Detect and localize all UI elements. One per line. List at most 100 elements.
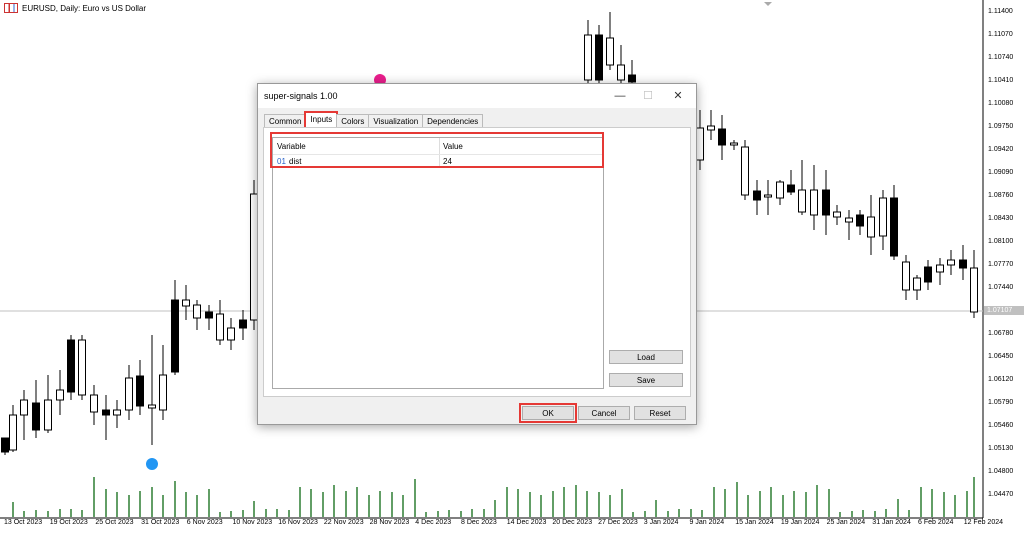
candle-body bbox=[913, 277, 921, 291]
date-tick-label: 15 Jan 2024 bbox=[735, 519, 774, 526]
dialog-titlebar[interactable]: super-signals 1.00 — ☐ ✕ bbox=[258, 84, 696, 108]
candle-body bbox=[879, 197, 887, 237]
candle-body bbox=[606, 37, 614, 66]
date-tick-label: 6 Feb 2024 bbox=[918, 519, 954, 526]
candle-body bbox=[753, 190, 761, 201]
candle-body bbox=[924, 266, 932, 283]
date-tick-label: 4 Dec 2023 bbox=[415, 519, 452, 526]
price-tick-label: 1.06780 bbox=[988, 330, 1014, 337]
load-button[interactable]: Load bbox=[609, 350, 683, 364]
date-tick-label: 31 Oct 2023 bbox=[141, 519, 180, 526]
minimize-icon[interactable]: — bbox=[606, 88, 634, 104]
date-tick-label: 20 Dec 2023 bbox=[552, 519, 593, 526]
maximize-icon: ☐ bbox=[643, 90, 653, 102]
price-tick-label: 1.11400 bbox=[988, 8, 1013, 15]
candle-body bbox=[148, 404, 156, 409]
candle-body bbox=[90, 394, 98, 413]
date-tick-label: 14 Dec 2023 bbox=[506, 519, 547, 526]
price-tick-label: 1.10740 bbox=[988, 54, 1014, 61]
candle-body bbox=[718, 128, 726, 146]
candle-body bbox=[67, 339, 75, 393]
candle-body bbox=[798, 189, 806, 213]
chart-title: EURUSD, Daily: Euro vs US Dollar bbox=[4, 3, 146, 13]
candle-body bbox=[102, 409, 110, 416]
candle-body bbox=[193, 304, 201, 319]
price-tick-label: 1.05460 bbox=[988, 422, 1014, 429]
indicator-properties-dialog[interactable]: super-signals 1.00 — ☐ ✕ Common Inputs C… bbox=[257, 83, 697, 425]
candle-body bbox=[902, 261, 910, 291]
date-tick-label: 25 Oct 2023 bbox=[95, 519, 134, 526]
candle-body bbox=[584, 34, 592, 81]
candle-body bbox=[32, 402, 40, 431]
candle-body bbox=[125, 377, 133, 411]
date-tick-label: 8 Dec 2023 bbox=[461, 519, 497, 526]
candle-body bbox=[845, 217, 853, 223]
price-tick-label: 1.11070 bbox=[988, 31, 1013, 38]
price-tick-label: 1.07440 bbox=[988, 284, 1014, 291]
candle-body bbox=[205, 311, 213, 319]
price-tick-label: 1.04470 bbox=[988, 491, 1014, 498]
candle-body bbox=[20, 399, 28, 416]
date-tick-label: 6 Nov 2023 bbox=[186, 519, 223, 526]
candle-body bbox=[890, 197, 898, 257]
price-tick-label: 1.09750 bbox=[988, 123, 1014, 130]
inputs-table: Variable Value 01 dist 24 bbox=[272, 137, 604, 389]
price-tick-label: 1.08760 bbox=[988, 192, 1014, 199]
ok-button[interactable]: OK bbox=[519, 403, 577, 423]
price-tick-label: 1.09420 bbox=[988, 146, 1014, 153]
candle-body bbox=[159, 374, 167, 411]
close-icon[interactable]: ✕ bbox=[664, 88, 692, 104]
price-tick-label: 1.06450 bbox=[988, 353, 1014, 360]
candle-body bbox=[696, 127, 704, 161]
price-tick-label: 1.05790 bbox=[988, 399, 1014, 406]
chart-symbol-icon bbox=[4, 3, 18, 13]
candle-body bbox=[1, 437, 9, 453]
candle-body bbox=[822, 189, 830, 216]
price-tick-label: 1.10410 bbox=[988, 77, 1014, 84]
candle-body bbox=[947, 259, 955, 266]
date-tick-label: 19 Jan 2024 bbox=[780, 519, 820, 526]
date-tick-label: 12 Feb 2024 bbox=[963, 519, 1003, 526]
candle-body bbox=[56, 389, 64, 401]
inputs-highlight bbox=[270, 132, 604, 168]
candle-body bbox=[730, 142, 738, 146]
save-button[interactable]: Save bbox=[609, 373, 683, 387]
date-tick-label: 31 Jan 2024 bbox=[872, 519, 911, 526]
reset-button[interactable]: Reset bbox=[634, 406, 686, 420]
candle-body bbox=[44, 399, 52, 431]
price-tick-label: 1.10080 bbox=[988, 100, 1014, 107]
date-tick-label: 9 Jan 2024 bbox=[689, 519, 725, 526]
candle-body bbox=[171, 299, 179, 373]
candle-body bbox=[776, 181, 784, 199]
cancel-button[interactable]: Cancel bbox=[578, 406, 630, 420]
date-tick-label: 10 Nov 2023 bbox=[232, 519, 273, 526]
candle-body bbox=[239, 319, 247, 329]
candle-body bbox=[227, 327, 235, 341]
candle-body bbox=[959, 259, 967, 269]
candle-body bbox=[136, 375, 144, 407]
candle-body bbox=[595, 34, 603, 81]
date-tick-label: 16 Nov 2023 bbox=[278, 519, 318, 526]
price-tick-label: 1.09090 bbox=[988, 169, 1014, 176]
candle-body bbox=[628, 74, 636, 83]
dialog-title: super-signals 1.00 bbox=[264, 91, 338, 101]
candle-body bbox=[867, 216, 875, 238]
candle-body bbox=[764, 194, 772, 198]
candle-body bbox=[741, 146, 749, 196]
candle-body bbox=[113, 409, 121, 416]
chart-title-text: EURUSD, Daily: Euro vs US Dollar bbox=[22, 3, 147, 13]
price-tick-label: 1.04800 bbox=[988, 468, 1014, 475]
candle-body bbox=[810, 189, 818, 216]
date-tick-label: 22 Nov 2023 bbox=[323, 519, 364, 526]
dialog-tabs: Common Inputs Colors Visualization Depen… bbox=[264, 111, 484, 130]
price-tick-label: 1.08100 bbox=[988, 238, 1014, 245]
bid-price-tag: 1.07107 bbox=[984, 306, 1024, 315]
candle-body bbox=[617, 64, 625, 81]
candle-body bbox=[833, 211, 841, 218]
buy-signal-dot bbox=[146, 458, 158, 470]
date-tick-label: 27 Dec 2023 bbox=[598, 519, 638, 526]
date-tick-label: 25 Jan 2024 bbox=[826, 519, 866, 526]
candle-body bbox=[216, 313, 224, 341]
candle-body bbox=[970, 267, 978, 313]
candle-body bbox=[936, 264, 944, 273]
